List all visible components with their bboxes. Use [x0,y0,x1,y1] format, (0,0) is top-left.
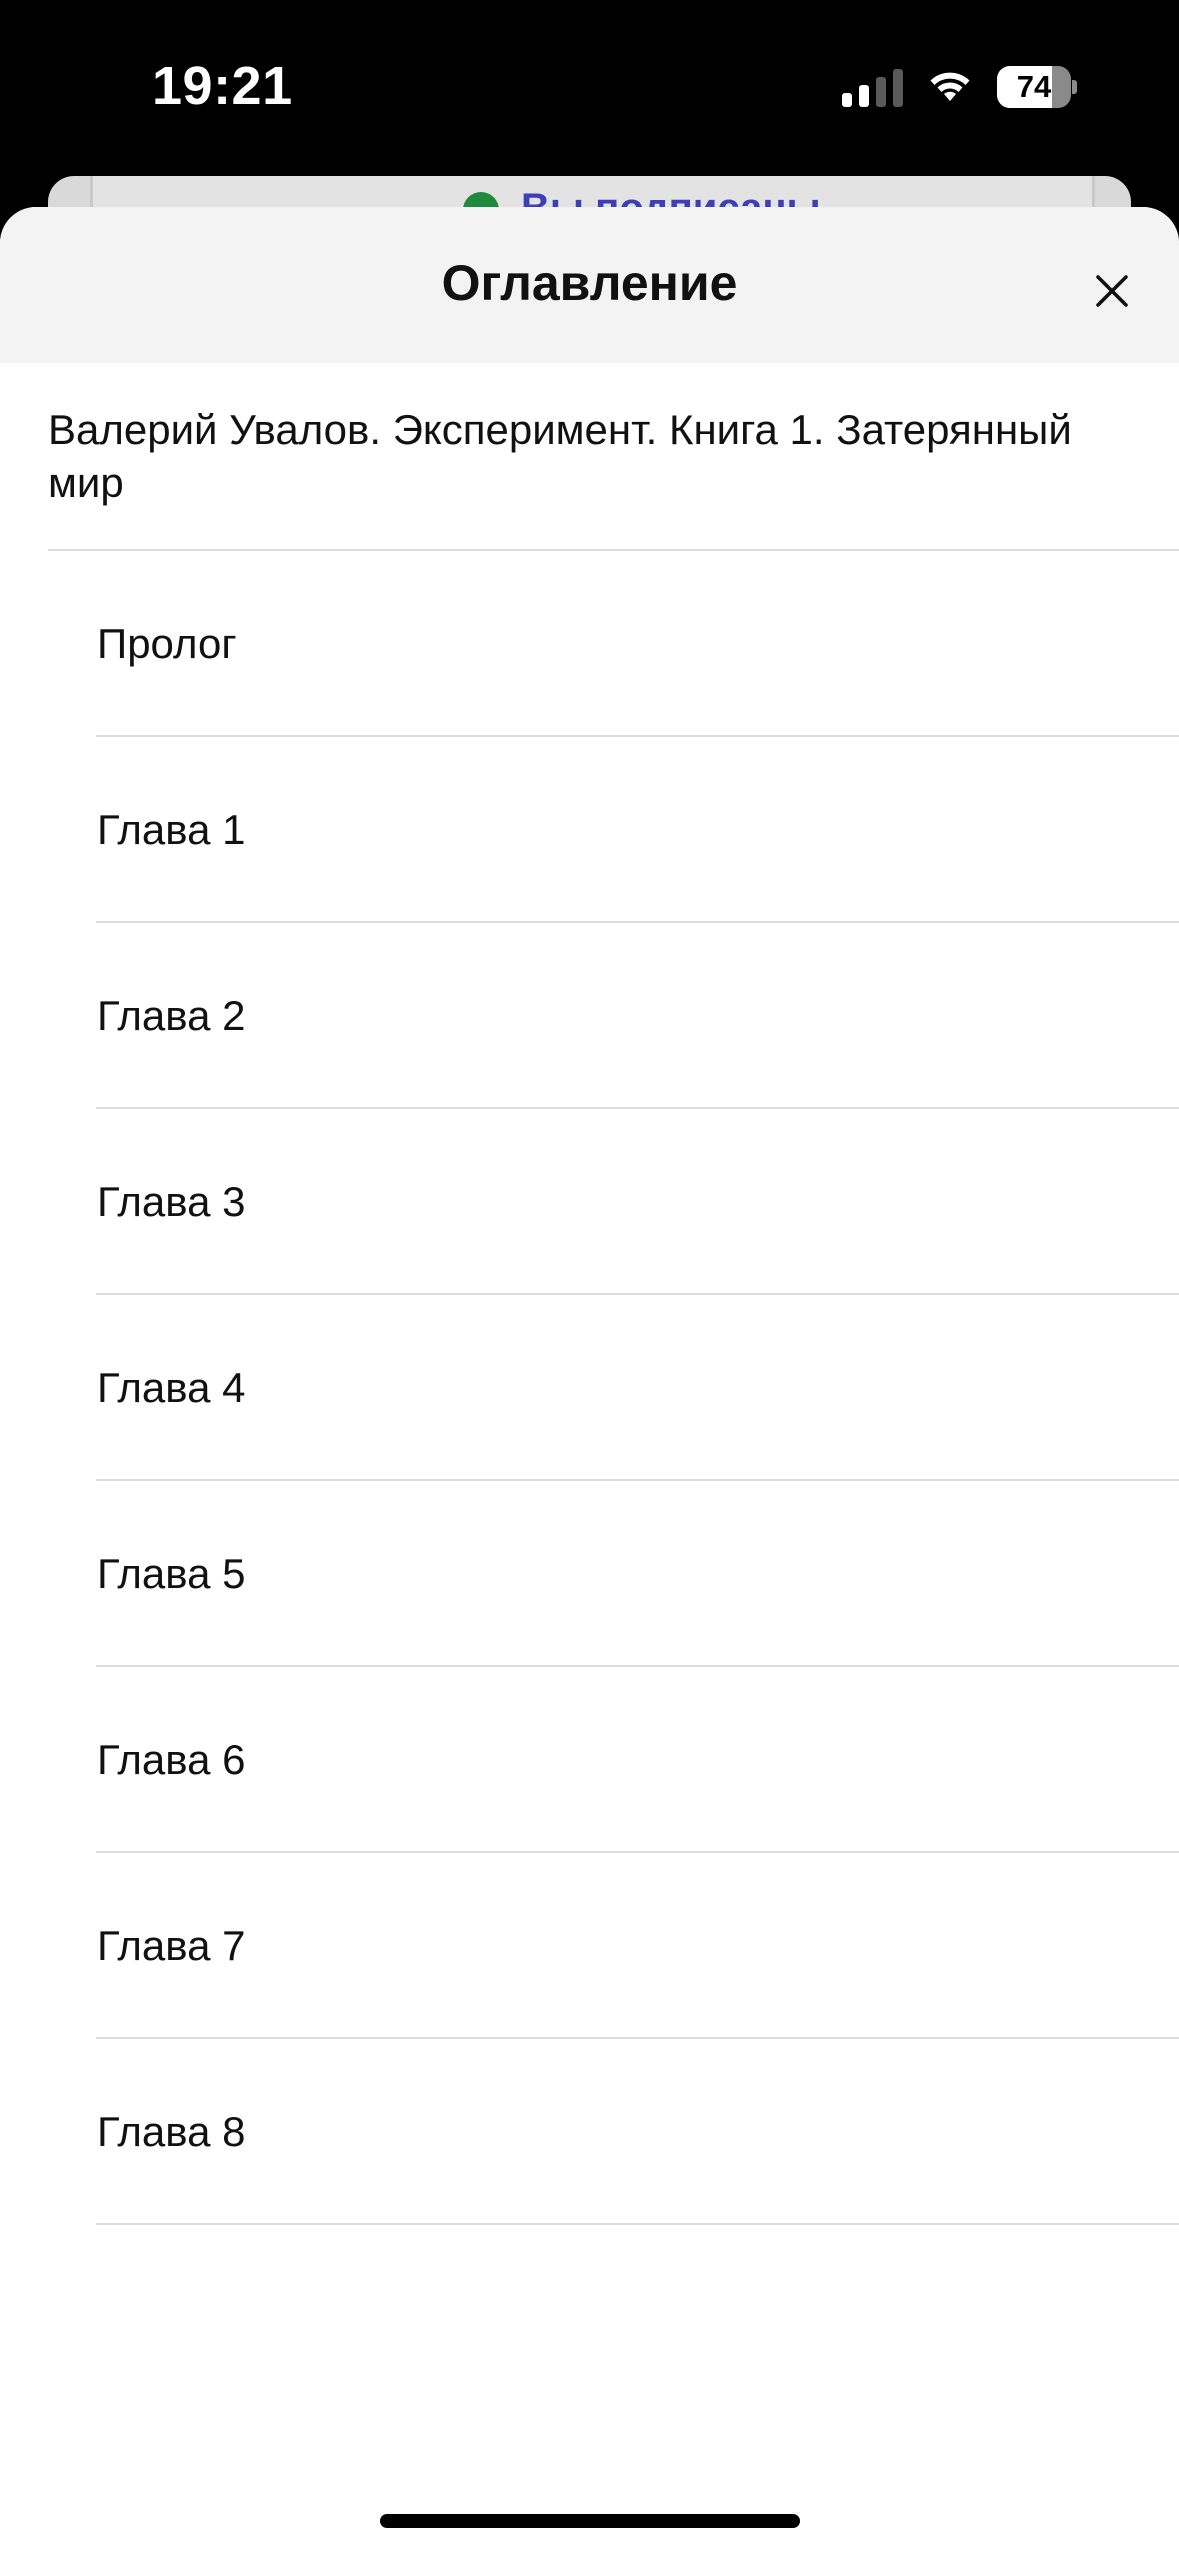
status-time: 19:21 [152,56,293,116]
signal-bar [842,93,852,107]
toc-item[interactable]: Глава 3 [0,1109,1179,1295]
signal-bar [876,77,886,107]
status-icons: 74 [842,62,1077,112]
toc-item[interactable]: Глава 1 [0,737,1179,923]
toc-item[interactable]: Глава 8 [0,2039,1179,2225]
battery-icon: 74 [997,66,1077,108]
toc-item[interactable]: Пролог [0,551,1179,737]
toc-item-label: Глава 8 [97,2108,246,2155]
toc-item-label: Глава 1 [97,806,246,853]
toc-item-label: Пролог [97,620,237,667]
close-icon [1096,275,1128,307]
toc-item-label: Глава 2 [97,992,246,1039]
toc-item[interactable]: Глава 2 [0,923,1179,1109]
home-indicator[interactable] [380,2514,800,2528]
wifi-icon [930,72,970,101]
signal-bar [859,85,869,107]
status-bar: 19:21 74 [0,0,1179,180]
toc-item[interactable]: Глава 7 [0,1853,1179,2039]
toc-list: Пролог Глава 1 Глава 2 Глава 3 Глава 4 Глава … [0,551,1179,2225]
toc-item-label: Глава 3 [97,1178,246,1225]
toc-item-label: Глава 4 [97,1364,246,1411]
close-button[interactable] [1082,261,1142,321]
sheet-title: Оглавление [441,255,738,311]
battery-tip [1072,80,1077,94]
book-title[interactable]: Валерий Увалов. Эксперимент. Книга 1. За… [48,403,1128,509]
signal-bar [893,69,903,107]
toc-item[interactable]: Глава 4 [0,1295,1179,1481]
toc-item-label: Глава 6 [97,1736,246,1783]
toc-item[interactable]: Глава 6 [0,1667,1179,1853]
toc-item-label: Глава 5 [97,1550,246,1597]
toc-item-label: Глава 7 [97,1922,246,1969]
sheet-header: Оглавление [0,207,1179,363]
divider [96,2223,1179,2225]
signal-icon [842,67,903,107]
toc-item[interactable]: Глава 5 [0,1481,1179,1667]
battery-level: 74 [1016,69,1052,104]
toc-sheet: Оглавление Валерий Увалов. Эксперимент. … [0,207,1179,2556]
